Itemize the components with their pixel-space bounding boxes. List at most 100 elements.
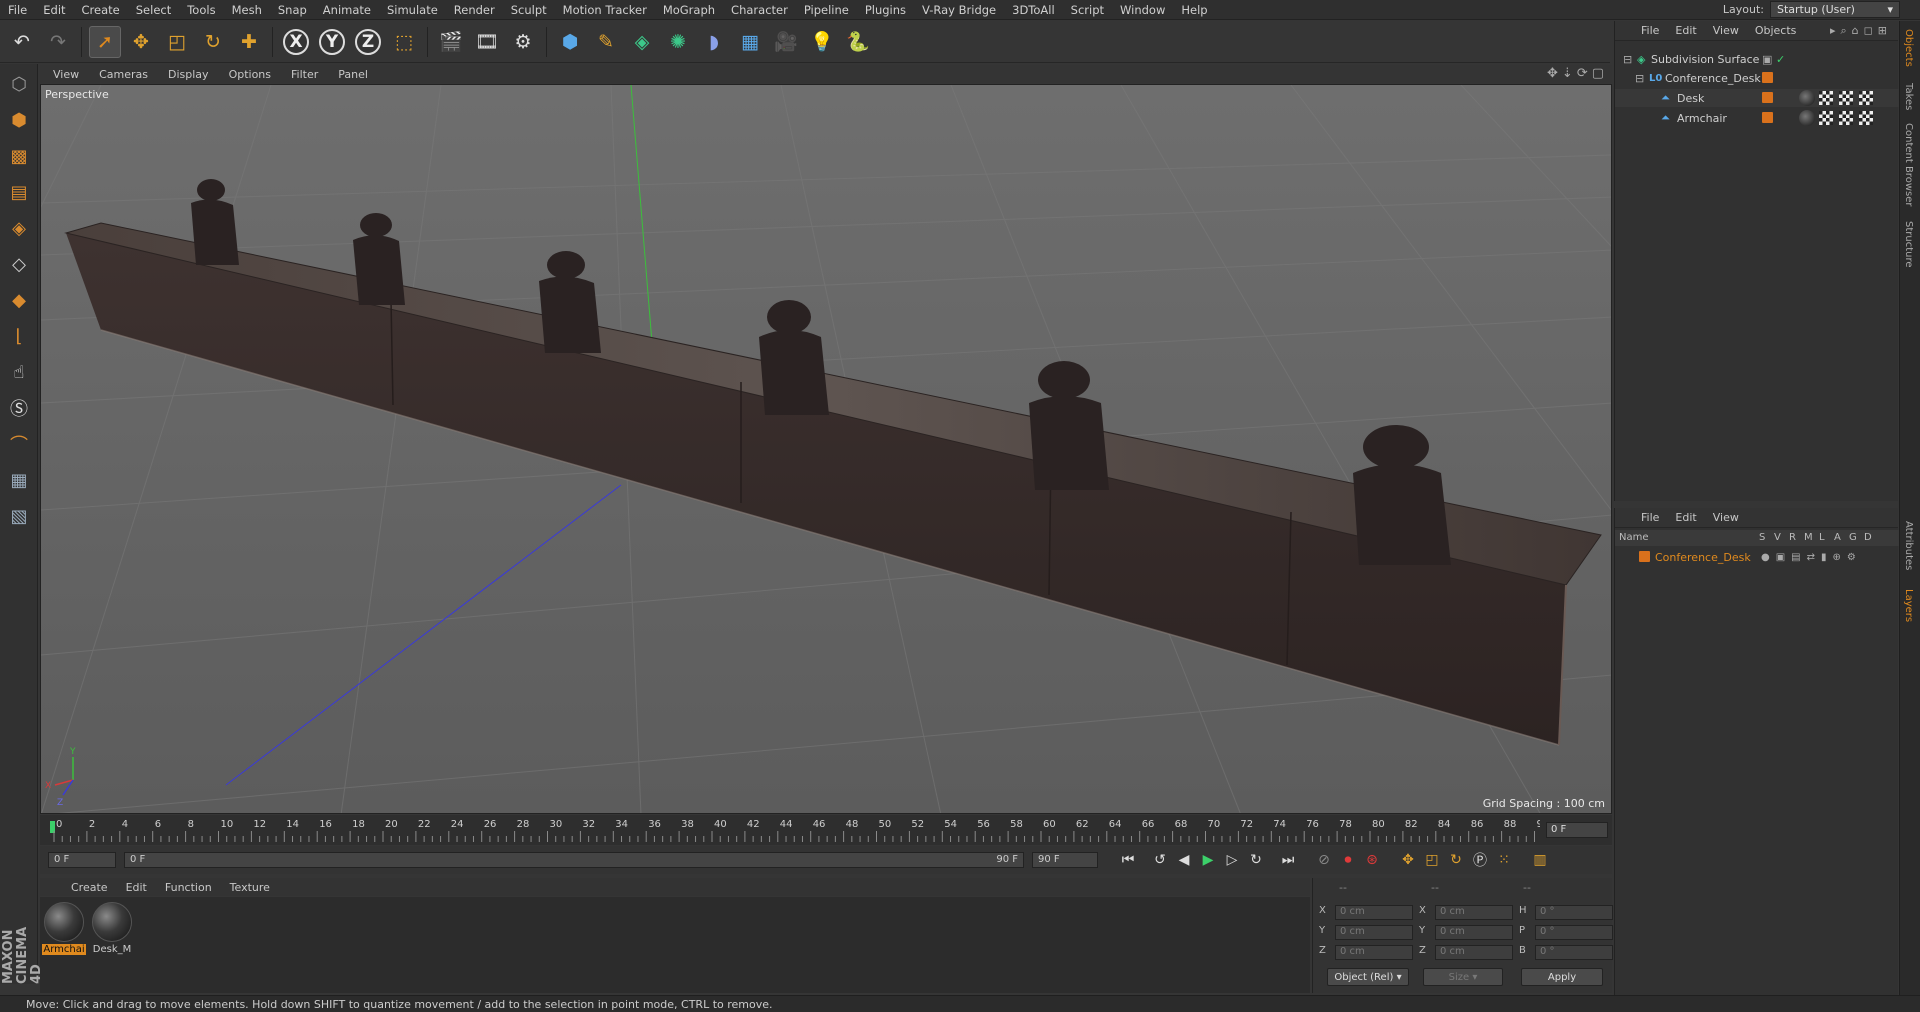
key-parameter-icon[interactable]: Ⓟ xyxy=(1468,848,1492,872)
material-desk[interactable]: Desk_M xyxy=(90,902,134,955)
menu-tools[interactable]: Tools xyxy=(179,3,223,17)
expand-icon[interactable]: ⊟ xyxy=(1635,72,1644,85)
layer-menu-view[interactable]: View xyxy=(1705,511,1747,524)
rotation-p-field[interactable]: 0 ° xyxy=(1535,925,1613,940)
side-tab-attributes[interactable]: Attributes xyxy=(1903,521,1914,570)
menu-mograph[interactable]: MoGraph xyxy=(655,3,723,17)
record-keyframe-icon[interactable]: ⏺ xyxy=(1336,848,1360,872)
material-menu-create[interactable]: Create xyxy=(62,881,117,894)
material-menu-function[interactable]: Function xyxy=(156,881,221,894)
viewport-menu-display[interactable]: Display xyxy=(159,68,218,81)
texture-tag-icon[interactable] xyxy=(1859,91,1873,105)
layer-color-tag[interactable] xyxy=(1762,112,1773,123)
y-axis-lock-button[interactable]: Y xyxy=(316,26,348,58)
enabled-check-icon[interactable]: ▣ xyxy=(1762,53,1772,66)
rotation-b-field[interactable]: 0 ° xyxy=(1535,945,1613,960)
size-mode-select[interactable]: Size ▾ xyxy=(1423,968,1503,986)
object-menu-file[interactable]: File xyxy=(1633,24,1667,37)
layer-toggle-icons[interactable]: ●▣▤⇄▮⊕⚙ xyxy=(1761,552,1862,563)
mograph-cloner-icon[interactable]: ✺ xyxy=(662,26,694,58)
menu-character[interactable]: Character xyxy=(723,3,796,17)
go-to-start-icon[interactable]: ⏮ xyxy=(1116,848,1140,872)
viewport-menu-view[interactable]: View xyxy=(44,68,88,81)
side-tab-objects[interactable]: Objects xyxy=(1903,29,1914,67)
menu-plugins[interactable]: Plugins xyxy=(857,3,914,17)
menu-vray-bridge[interactable]: V-Ray Bridge xyxy=(914,3,1004,17)
tree-item-conference-desk[interactable]: ⊟ L0 Conference_Desk xyxy=(1615,69,1899,87)
checkmark-icon[interactable]: ✓ xyxy=(1776,53,1785,66)
layer-menu-edit[interactable]: Edit xyxy=(1667,511,1704,524)
make-editable-icon[interactable]: ⬡ xyxy=(3,68,35,100)
size-z-field[interactable]: 0 cm xyxy=(1435,945,1513,960)
side-tab-layers[interactable]: Layers xyxy=(1903,589,1914,622)
previous-key-icon[interactable]: ↺ xyxy=(1148,848,1172,872)
key-scale-icon[interactable]: ◰ xyxy=(1420,848,1444,872)
range-slider[interactable]: 0 F 90 F xyxy=(124,852,1024,868)
tree-item-armchair[interactable]: ⏶ Armchair xyxy=(1615,109,1899,127)
floor-environment-icon[interactable]: ▦ xyxy=(734,26,766,58)
layer-color-swatch[interactable] xyxy=(1639,551,1650,562)
undo-icon[interactable]: ↶ xyxy=(6,26,38,58)
menu-window[interactable]: Window xyxy=(1112,3,1173,17)
timeline-window-icon[interactable]: ▥ xyxy=(1528,848,1552,872)
tweak-mode-icon[interactable]: ☝ xyxy=(3,356,35,388)
menu-render[interactable]: Render xyxy=(446,3,503,17)
side-tab-takes[interactable]: Takes xyxy=(1903,83,1914,110)
texture-mode-icon[interactable]: ▩ xyxy=(3,140,35,172)
solo-mode-icon[interactable]: Ⓢ xyxy=(3,392,35,424)
object-menu-objects[interactable]: Objects xyxy=(1747,24,1805,37)
render-settings-icon[interactable]: ⚙ xyxy=(507,26,539,58)
menu-sculpt[interactable]: Sculpt xyxy=(503,3,555,17)
layout-select[interactable]: Startup (User) ▾ xyxy=(1770,1,1900,18)
menu-mesh[interactable]: Mesh xyxy=(224,3,270,17)
3d-viewport[interactable]: Y X Z Perspective Grid Spacing : 100 cm xyxy=(40,84,1612,814)
position-x-field[interactable]: 0 cm xyxy=(1335,905,1413,920)
texture-tag-icon[interactable] xyxy=(1819,91,1833,105)
edges-mode-icon[interactable]: ◇ xyxy=(3,248,35,280)
workplane-lock-icon[interactable]: ▦ xyxy=(3,464,35,496)
scale-tool-icon[interactable]: ◰ xyxy=(161,26,193,58)
autokey-icon[interactable]: ⊛ xyxy=(1360,848,1384,872)
menu-edit[interactable]: Edit xyxy=(35,3,73,17)
pen-spline-icon[interactable]: ✎ xyxy=(590,26,622,58)
viewport-menu-panel[interactable]: Panel xyxy=(329,68,377,81)
texture-tag-icon[interactable] xyxy=(1839,91,1853,105)
redo-icon[interactable]: ↷ xyxy=(42,26,74,58)
layer-color-tag[interactable] xyxy=(1762,92,1773,103)
viewport-navigation-icons[interactable]: ✥⇣⟳▢ xyxy=(1547,66,1608,81)
side-tab-structure[interactable]: Structure xyxy=(1903,221,1914,268)
go-to-end-icon[interactable]: ⏭ xyxy=(1276,848,1300,872)
previous-frame-icon[interactable]: ◀ xyxy=(1172,848,1196,872)
next-frame-icon[interactable]: ▷ xyxy=(1220,848,1244,872)
menu-pipeline[interactable]: Pipeline xyxy=(796,3,857,17)
layer-menu-file[interactable]: File xyxy=(1633,511,1667,524)
menu-script[interactable]: Script xyxy=(1063,3,1112,17)
snapping-icon[interactable]: ⌒ xyxy=(3,428,35,460)
menu-create[interactable]: Create xyxy=(74,3,128,17)
rotate-tool-icon[interactable]: ↻ xyxy=(197,26,229,58)
size-x-field[interactable]: 0 cm xyxy=(1435,905,1513,920)
move-tool-icon[interactable]: ✥ xyxy=(125,26,157,58)
play-icon[interactable]: ▶ xyxy=(1196,848,1220,872)
axis-mode-icon[interactable]: ⌊ xyxy=(3,320,35,352)
camera-icon[interactable]: 🎥 xyxy=(770,26,802,58)
key-rotation-icon[interactable]: ↻ xyxy=(1444,848,1468,872)
coordinate-system-icon[interactable]: ⬚ xyxy=(388,26,420,58)
subdivision-generator-icon[interactable]: ◈ xyxy=(626,26,658,58)
size-y-field[interactable]: 0 cm xyxy=(1435,925,1513,940)
position-y-field[interactable]: 0 cm xyxy=(1335,925,1413,940)
layer-color-tag[interactable] xyxy=(1762,72,1773,83)
texture-tag-icon[interactable] xyxy=(1859,111,1873,125)
material-tag-icon[interactable] xyxy=(1799,90,1815,106)
layer-row-conference-desk[interactable]: Conference_Desk ●▣▤⇄▮⊕⚙ xyxy=(1615,548,1899,566)
menu-animate[interactable]: Animate xyxy=(315,3,379,17)
key-position-icon[interactable]: ✥ xyxy=(1396,848,1420,872)
key-pla-icon[interactable]: ⁙ xyxy=(1492,848,1516,872)
quantize-icon[interactable]: ▧ xyxy=(3,500,35,532)
rotation-h-field[interactable]: 0 ° xyxy=(1535,905,1613,920)
menu-motion-tracker[interactable]: Motion Tracker xyxy=(555,3,655,17)
menu-simulate[interactable]: Simulate xyxy=(379,3,446,17)
cube-primitive-icon[interactable]: ⬢ xyxy=(554,26,586,58)
add-object-icon[interactable]: ✚ xyxy=(233,26,265,58)
material-menu-edit[interactable]: Edit xyxy=(117,881,156,894)
